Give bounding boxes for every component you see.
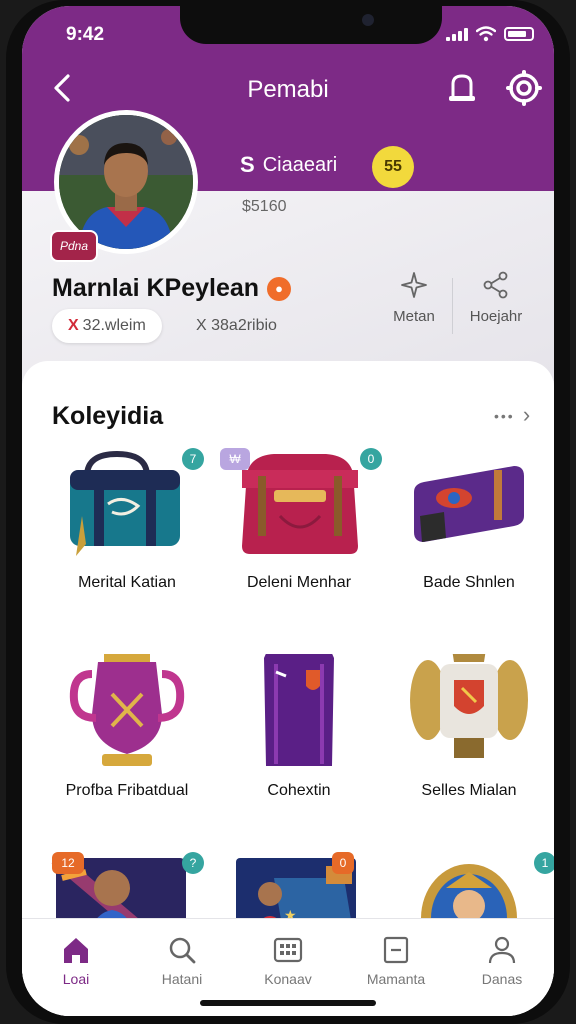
action-divider <box>452 278 453 334</box>
player-name: Marnlai KPeylean ● <box>52 274 292 303</box>
player-photo <box>59 115 193 249</box>
favorite-button[interactable]: Metan <box>374 270 454 325</box>
item-label: Profba Fribatdual <box>65 782 189 799</box>
item-tag: ? <box>182 852 204 874</box>
phone-frame: 9:42 Pemabi Pdna S Ciaaeari 55 $5160 Mar… <box>6 0 570 1024</box>
document-icon <box>383 936 409 964</box>
screen: 9:42 Pemabi Pdna S Ciaaeari 55 $5160 Mar… <box>22 6 554 1016</box>
chevron-right-icon: › <box>522 402 533 427</box>
collection-item[interactable]: Profba Fribatdual <box>42 654 212 800</box>
player-name-text: Marnlai KPeylean <box>52 274 260 302</box>
more-dots: ••• <box>494 408 515 425</box>
bell-icon[interactable] <box>442 68 482 108</box>
item-label: Cohextin <box>267 782 331 799</box>
search-icon <box>169 937 196 964</box>
wallet-icon <box>384 446 554 566</box>
item-label: Selles Mialan <box>421 782 517 799</box>
item-corner-tag: 0 <box>332 852 354 874</box>
tab-label: Hatani <box>161 971 203 987</box>
collection-item[interactable]: Cohextin <box>214 654 384 800</box>
verified-icon: ● <box>267 276 292 301</box>
item-tag: 0 <box>360 448 382 470</box>
share-icon <box>483 271 508 299</box>
stat-pill[interactable]: X 32.wleim <box>52 309 162 343</box>
shield-badge-icon <box>384 654 554 774</box>
status-time: 9:42 <box>66 24 105 45</box>
favorite-label: Metan <box>393 308 435 325</box>
player-value: $5160 <box>242 198 287 215</box>
see-more-button[interactable]: ••• › <box>494 402 532 428</box>
tab-search[interactable]: Hatani <box>132 935 232 987</box>
item-corner-tag: 12 <box>52 852 84 874</box>
club-icon: S <box>240 152 255 177</box>
club-info[interactable]: S Ciaaeari <box>240 152 337 178</box>
tab-home[interactable]: Loai <box>26 935 126 987</box>
tab-label: Danas <box>481 971 523 987</box>
avatar-badge: Pdna <box>50 230 98 262</box>
club-name: Ciaaeari <box>262 153 338 176</box>
collection-item[interactable]: Bade Shnlen <box>384 446 554 592</box>
trophy-icon <box>42 654 212 774</box>
grid-icon <box>273 937 303 963</box>
item-tag: 7 <box>182 448 204 470</box>
bag-icon: ₩ 0 <box>214 446 384 566</box>
pill-text: 32.wleim <box>82 317 146 334</box>
collection-item[interactable]: Selles Mialan <box>384 654 554 800</box>
star-icon <box>401 272 427 298</box>
jersey-icon <box>214 654 384 774</box>
gear-icon[interactable] <box>504 68 544 108</box>
tab-document[interactable]: Mamanta <box>346 935 446 987</box>
person-icon <box>488 936 516 964</box>
item-corner-tag: ₩ <box>220 448 250 470</box>
item-label: Deleni Menhar <box>246 574 352 591</box>
item-label: Merital Katian <box>78 574 176 591</box>
signal-icon <box>446 27 468 41</box>
collection-item[interactable]: 7 Merital Katian <box>42 446 212 592</box>
wifi-icon <box>476 26 496 42</box>
share-button[interactable]: Hoejahr <box>456 270 536 325</box>
home-indicator <box>200 1000 376 1006</box>
battery-icon <box>504 27 534 41</box>
tab-label: Loai <box>62 971 90 987</box>
pill-x-icon: X <box>68 317 79 334</box>
item-label: Bade Shnlen <box>423 574 515 591</box>
tab-profile[interactable]: Danas <box>452 935 552 987</box>
collection-item[interactable]: ₩ 0 Deleni Menhar <box>214 446 384 592</box>
bag-icon: 7 <box>42 446 212 566</box>
share-label: Hoejahr <box>469 308 523 325</box>
tab-grid[interactable]: Konaav <box>238 935 338 987</box>
tab-label: Konaav <box>264 971 312 987</box>
home-icon <box>64 938 88 963</box>
status-bar: 9:42 <box>22 14 554 48</box>
item-tag: 1 <box>534 852 554 874</box>
tab-label: Mamanta <box>366 971 426 987</box>
collection-title: Koleyidia <box>52 402 164 430</box>
coin-badge: 55 <box>372 146 414 188</box>
sub-info: X 38a2ribio <box>196 317 277 334</box>
